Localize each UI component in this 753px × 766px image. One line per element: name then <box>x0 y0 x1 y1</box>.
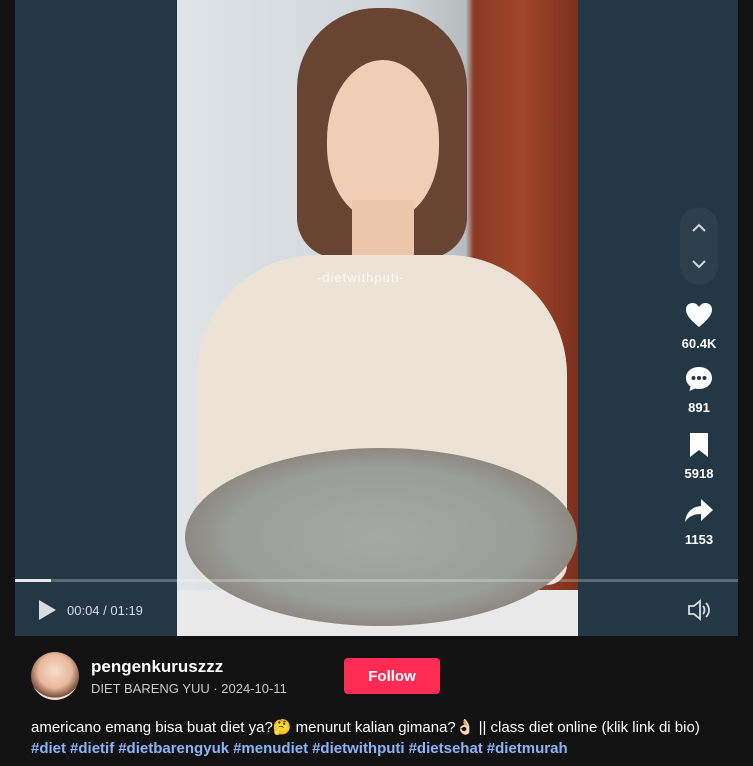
hashtag-link[interactable]: #dietif <box>70 740 114 757</box>
hashtag-link[interactable]: #menudiet <box>233 740 308 757</box>
save-action[interactable]: 5918 <box>675 428 723 481</box>
share-count: 1153 <box>684 532 714 547</box>
progress-bar[interactable] <box>15 579 738 582</box>
volume-icon[interactable] <box>686 598 712 622</box>
author-subline: DIET BARENG YUU · 2024-10-11 <box>91 681 287 696</box>
video-plate <box>185 448 577 626</box>
author-username[interactable]: pengenkuruszzz <box>91 657 223 677</box>
next-video-button[interactable] <box>680 249 718 279</box>
progress-fill <box>15 579 52 582</box>
follow-button[interactable]: Follow <box>344 658 440 694</box>
like-count: 60.4K <box>681 336 717 351</box>
hashtag-link[interactable]: #diet <box>31 740 66 757</box>
video-caption: americano emang bisa buat diet ya?🤔 menu… <box>31 719 700 736</box>
bookmark-icon <box>690 433 708 457</box>
video-watermark: -dietwithputi- <box>317 270 405 285</box>
heart-icon <box>686 303 712 327</box>
avatar[interactable] <box>31 652 79 700</box>
chevron-up-icon <box>692 223 706 232</box>
hashtag-link[interactable]: #dietbarengyuk <box>118 740 229 757</box>
video-navigation <box>680 207 718 285</box>
video-player[interactable]: -dietwithputi- 60.4K 891 5918 1153 00:04… <box>15 0 738 636</box>
hashtag-list: #diet #dietif #dietbarengyuk #menudiet #diet… <box>31 738 731 759</box>
previous-video-button[interactable] <box>680 213 718 243</box>
video-frame[interactable]: -dietwithputi- <box>177 0 578 636</box>
play-icon[interactable] <box>36 598 58 622</box>
comment-count: 891 <box>688 400 710 415</box>
hashtag-link[interactable]: #dietwithputi <box>312 740 405 757</box>
video-subject-face <box>327 60 439 220</box>
hashtag-link[interactable]: #dietmurah <box>487 740 568 757</box>
chevron-down-icon <box>692 260 706 269</box>
share-action[interactable]: 1153 <box>675 494 723 547</box>
share-icon <box>685 499 713 522</box>
save-count: 5918 <box>684 466 714 481</box>
comment-icon <box>686 367 712 391</box>
comment-action[interactable]: 891 <box>675 362 723 415</box>
time-display: 00:04 / 01:19 <box>67 603 143 618</box>
hashtag-link[interactable]: #dietsehat <box>409 740 483 757</box>
like-action[interactable]: 60.4K <box>675 298 723 351</box>
